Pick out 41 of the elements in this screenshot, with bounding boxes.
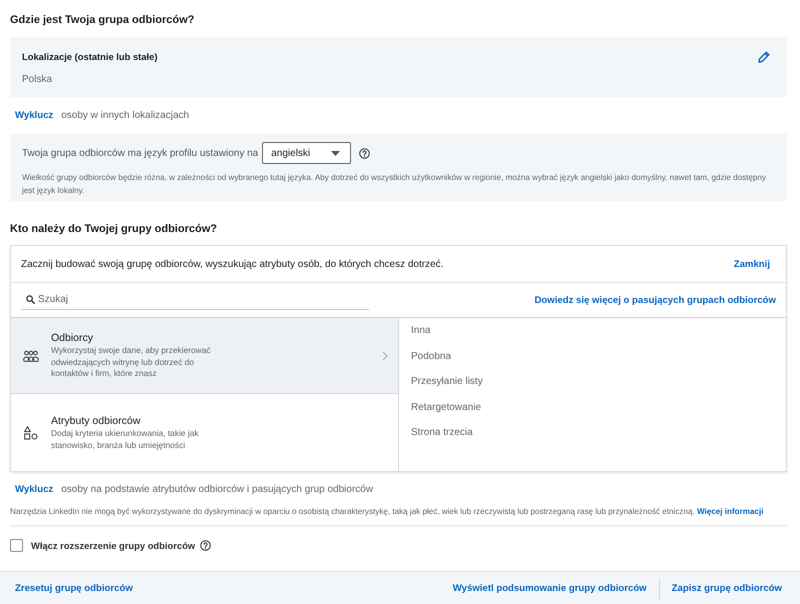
exclude-description: osoby w innych lokalizacjach	[61, 109, 190, 123]
location-value: Polska	[22, 73, 54, 87]
checkbox[interactable]	[10, 538, 23, 552]
chevron-right-icon	[382, 350, 388, 360]
shapes-icon	[23, 426, 39, 440]
language-select[interactable]: angielski	[262, 142, 352, 164]
subcategory-item[interactable]: Inna	[399, 318, 786, 344]
reset-link[interactable]: Zresetuj grupę odbiorców	[15, 583, 133, 594]
help-icon[interactable]	[200, 540, 212, 550]
expansion-label: Włącz rozszerzenie grupy odbiorców	[31, 540, 196, 550]
save-link[interactable]: Zapisz grupę odbiorców	[672, 583, 782, 594]
learn-more-link[interactable]: Dowiedz się więcej o pasujących grupach odbiorców	[534, 294, 776, 306]
caret-down-icon	[331, 150, 340, 156]
subcategory-item[interactable]: Podobna	[399, 344, 786, 369]
summary-link[interactable]: Wyświetl podsumowanie grupy odbiorców	[452, 583, 647, 594]
subcategory-item[interactable]: Retargetowanie	[399, 394, 786, 420]
category-title: Atrybuty odbiorców	[51, 414, 142, 428]
exclude-link[interactable]: Wyklucz	[15, 109, 54, 123]
exclude-description: osoby na podstawie atrybutów odbiorców i pasujących grup odbiorców	[61, 483, 374, 497]
search-icon	[26, 295, 35, 304]
subcategory-item[interactable]: Przesyłanie listy	[399, 369, 786, 394]
search-field[interactable]: Szukaj	[21, 290, 369, 310]
help-icon[interactable]	[359, 148, 370, 158]
more-info-link[interactable]: Więcej informacji	[696, 507, 764, 516]
category-title: Odbiorcy	[51, 331, 94, 346]
category-item[interactable]: Atrybuty odbiorców Dodaj kryteria ukierunkowania, takie jak stanowisko, branża lub umiejętności	[11, 394, 398, 471]
intro-text: Zacznij budować swoją grupę odbiorców, wyszukując atrybuty osób, do których chcesz dotrzeć.	[21, 258, 444, 270]
category-item[interactable]: Odbiorcy Wykorzystaj swoje dane, aby przekierować odwiedzających witrynę lub dotrzeć do kontaktów i firm, które znasz	[11, 318, 398, 394]
category-description: Wykorzystaj swoje dane, aby przekierować odwiedzających witrynę lub dotrzeć do kontaktów i firm, które znasz	[51, 345, 212, 380]
section-heading: Kto należy do Twojej grupy odbiorców?	[10, 222, 218, 237]
close-link[interactable]: Zamknij	[734, 258, 770, 270]
language-label: Twoja grupa odbiorców ma język profilu ustawiony na	[22, 148, 258, 158]
category-description: Dodaj kryteria ukierunkowania, takie jak stanowisko, branża lub umiejętności	[51, 428, 200, 451]
locations-label: Lokalizacje (ostatnie lub stałe)	[22, 50, 158, 64]
disclaimer-text: Narzędzia LinkedIn nie mogą być wykorzystywane do dyskryminacji w oparciu o osobistą charakterystykę, taką jak płeć, wiek lub rzeczywistą lub postrzeganą rasę lub przynależność etniczną. Więcej informacji	[10, 506, 764, 518]
edit-pencil-icon[interactable]	[758, 51, 770, 63]
section-heading: Gdzie jest Twoja grupa odbiorców?	[10, 13, 196, 28]
people-icon	[23, 348, 39, 362]
language-note: Wielkość grupy odbiorców będzie różna, w zależności od wybranego tutaj języka. Aby dotrzeć do wszystkich użytkowników w regionie, można wybrać język angielski jako domyślny, nawet tam, gdzie dostępny jest język lokalny.	[22, 172, 767, 197]
exclude-link[interactable]: Wyklucz	[15, 483, 54, 497]
subcategory-item[interactable]: Strona trzecia	[399, 420, 786, 446]
